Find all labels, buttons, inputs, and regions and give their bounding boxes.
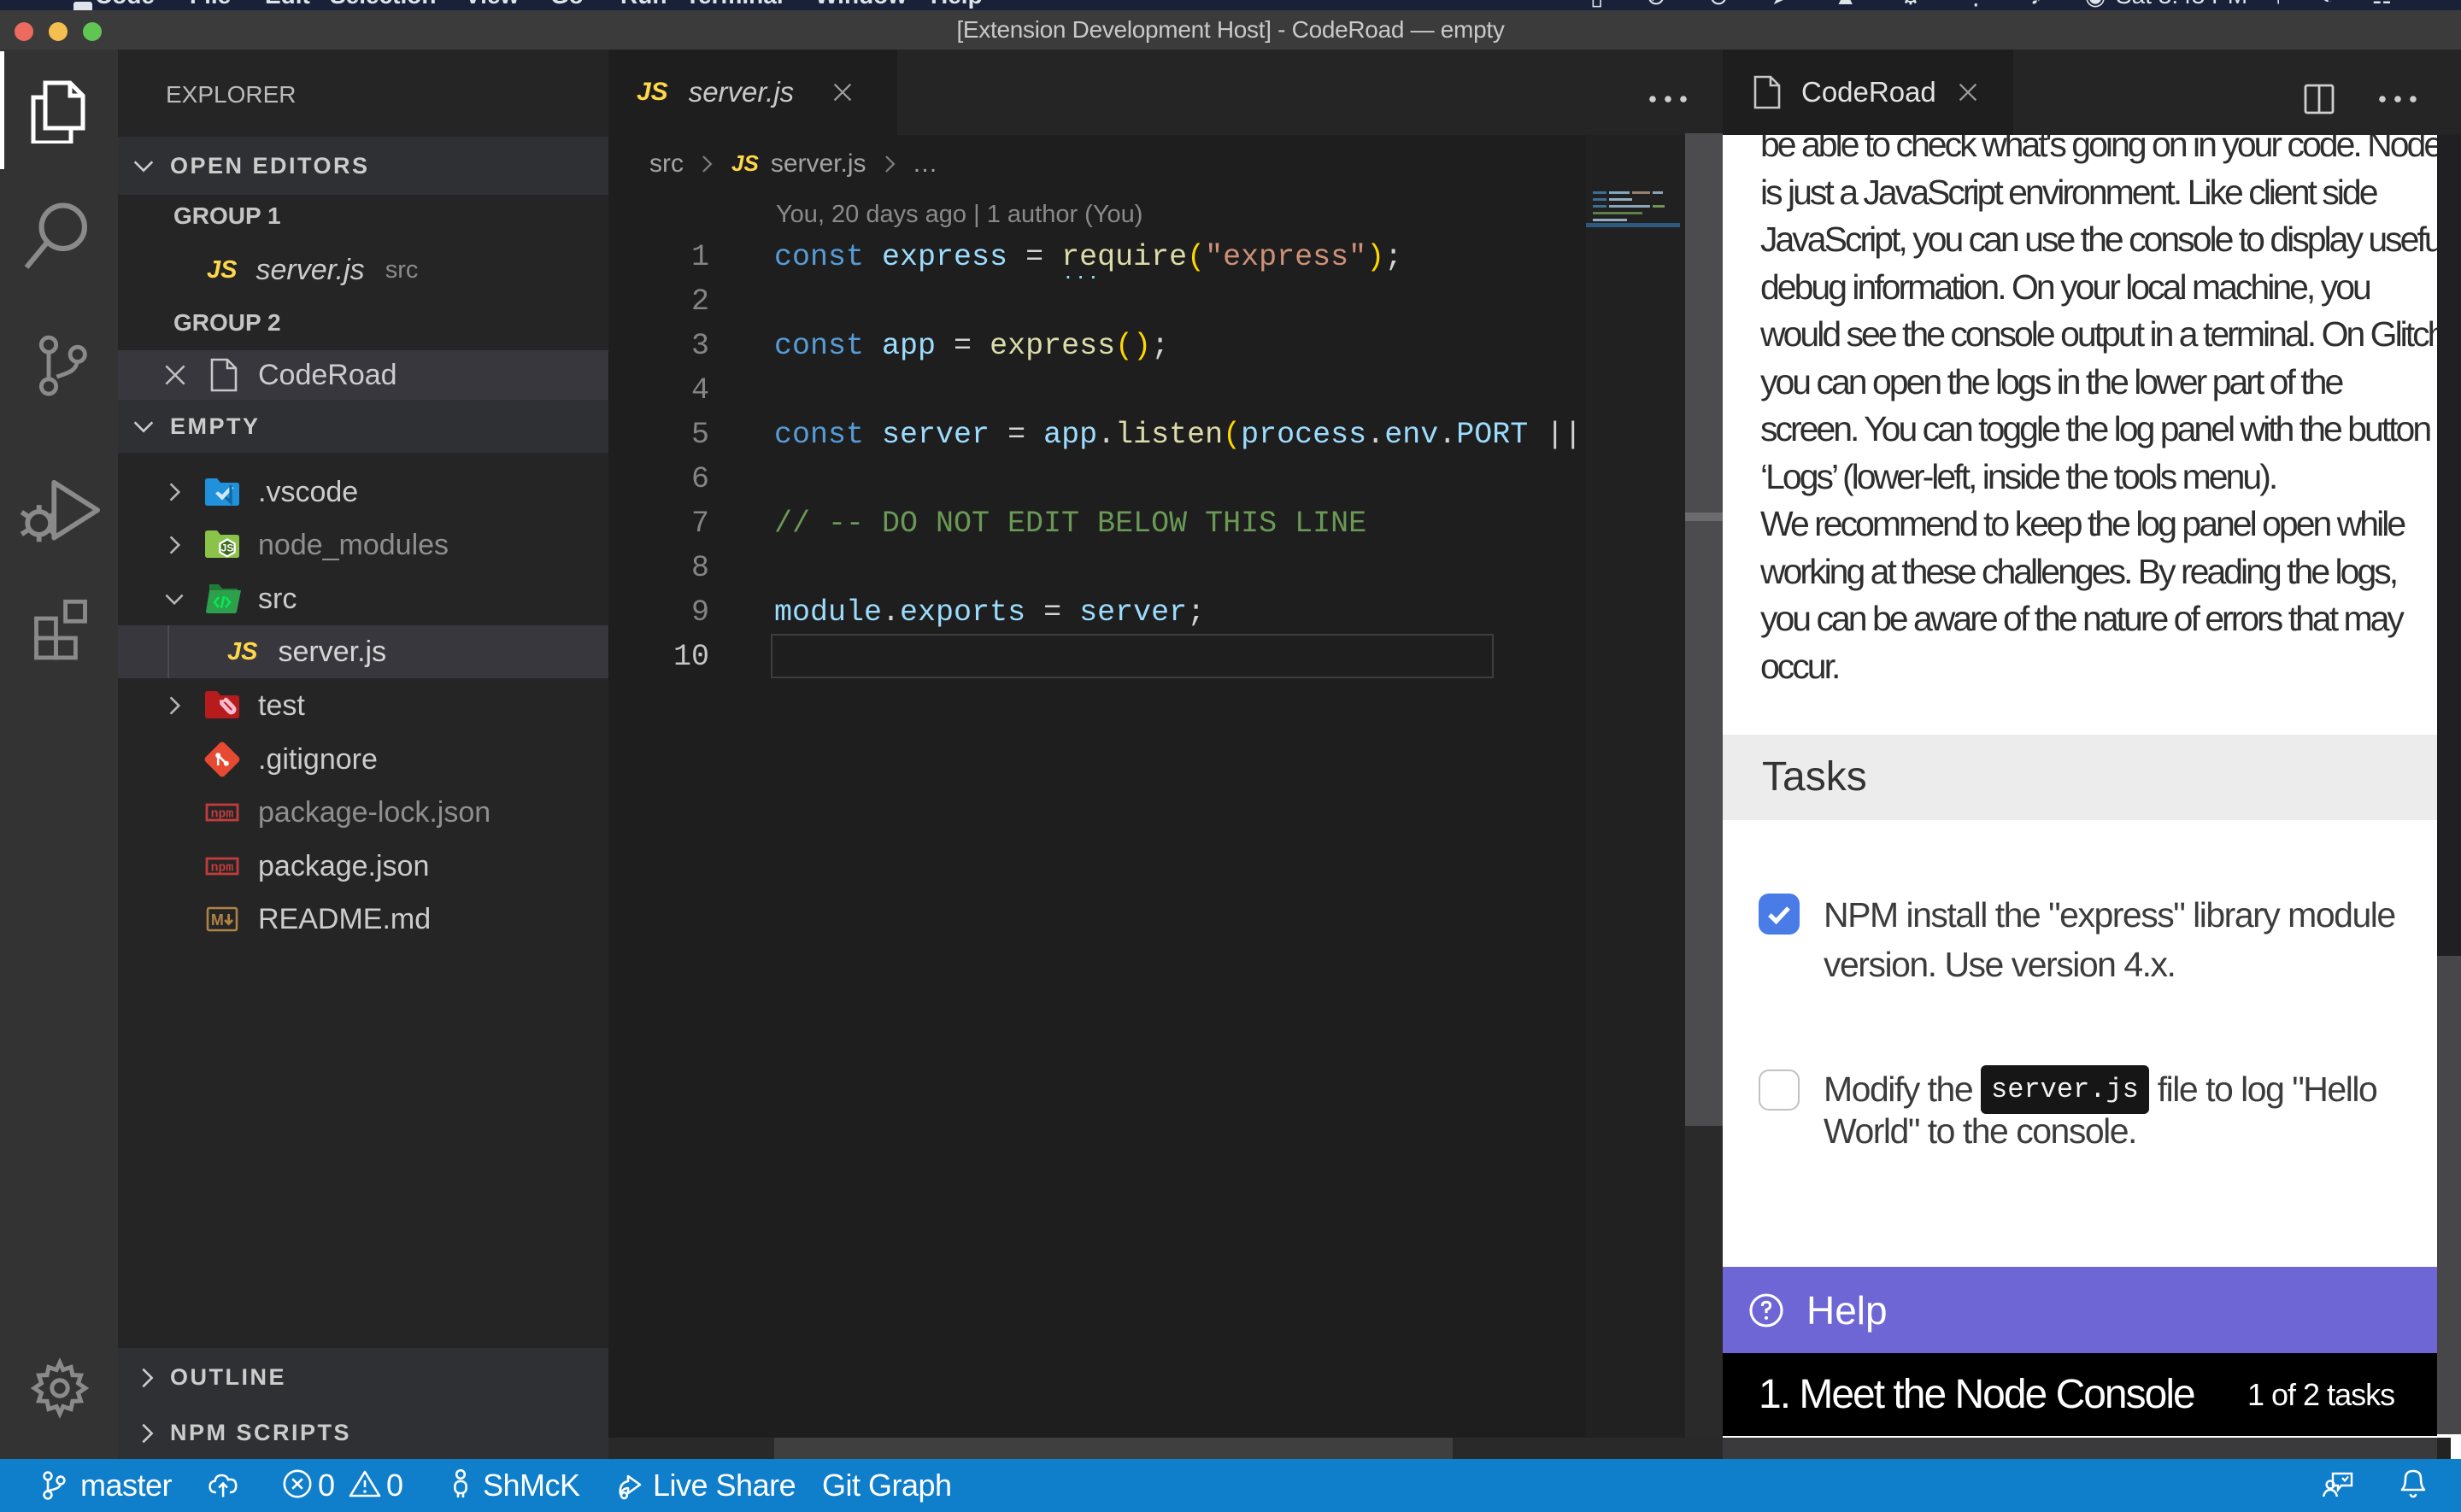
svg-text:M: M bbox=[211, 911, 224, 929]
svg-text:npm: npm bbox=[211, 807, 234, 821]
svg-text:JS: JS bbox=[221, 542, 234, 554]
svg-text:npm: npm bbox=[211, 861, 234, 875]
